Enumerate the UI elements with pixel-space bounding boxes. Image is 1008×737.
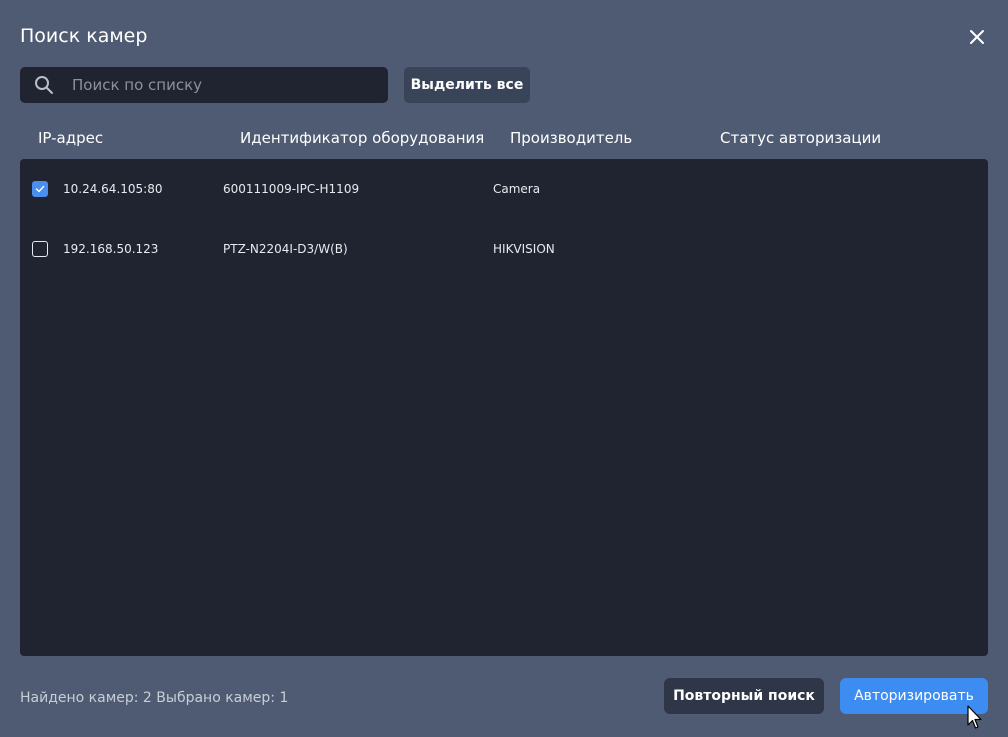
status-text: Найдено камер: 2 Выбрано камер: 1 (20, 690, 289, 706)
column-header-vendor[interactable]: Производитель (510, 128, 632, 148)
dialog-title: Поиск камер (20, 25, 148, 47)
research-button[interactable]: Повторный поиск (664, 678, 824, 714)
search-input[interactable] (72, 67, 372, 103)
mouse-cursor-icon (966, 705, 982, 731)
cell-vendor: Camera (493, 182, 541, 196)
cell-vendor: HIKVISION (493, 242, 555, 256)
search-icon (34, 75, 54, 95)
cell-ip: 192.168.50.123 (63, 242, 159, 256)
search-box (20, 67, 388, 103)
column-header-device-id[interactable]: Идентификатор оборудования (240, 128, 484, 148)
close-icon[interactable] (964, 24, 990, 50)
table-row[interactable]: 10.24.64.105:80 600111009-IPC-H1109 Came… (20, 159, 988, 219)
column-header-ip[interactable]: IP-адрес (38, 128, 103, 148)
checkmark-icon (35, 185, 45, 193)
cell-device-id: PTZ-N2204I-D3/W(B) (223, 242, 348, 256)
column-header-auth-status[interactable]: Статус авторизации (720, 128, 881, 148)
cell-device-id: 600111009-IPC-H1109 (223, 182, 360, 196)
table-row[interactable]: 192.168.50.123 PTZ-N2204I-D3/W(B) HIKVIS… (20, 219, 988, 279)
select-all-button[interactable]: Выделить все (404, 67, 530, 103)
row-checkbox[interactable] (32, 241, 48, 257)
camera-table: 10.24.64.105:80 600111009-IPC-H1109 Came… (20, 159, 988, 656)
row-checkbox[interactable] (32, 181, 48, 197)
camera-search-dialog: Поиск камер Выделить все IP-адрес Иденти… (0, 0, 1008, 737)
cell-ip: 10.24.64.105:80 (63, 182, 163, 196)
